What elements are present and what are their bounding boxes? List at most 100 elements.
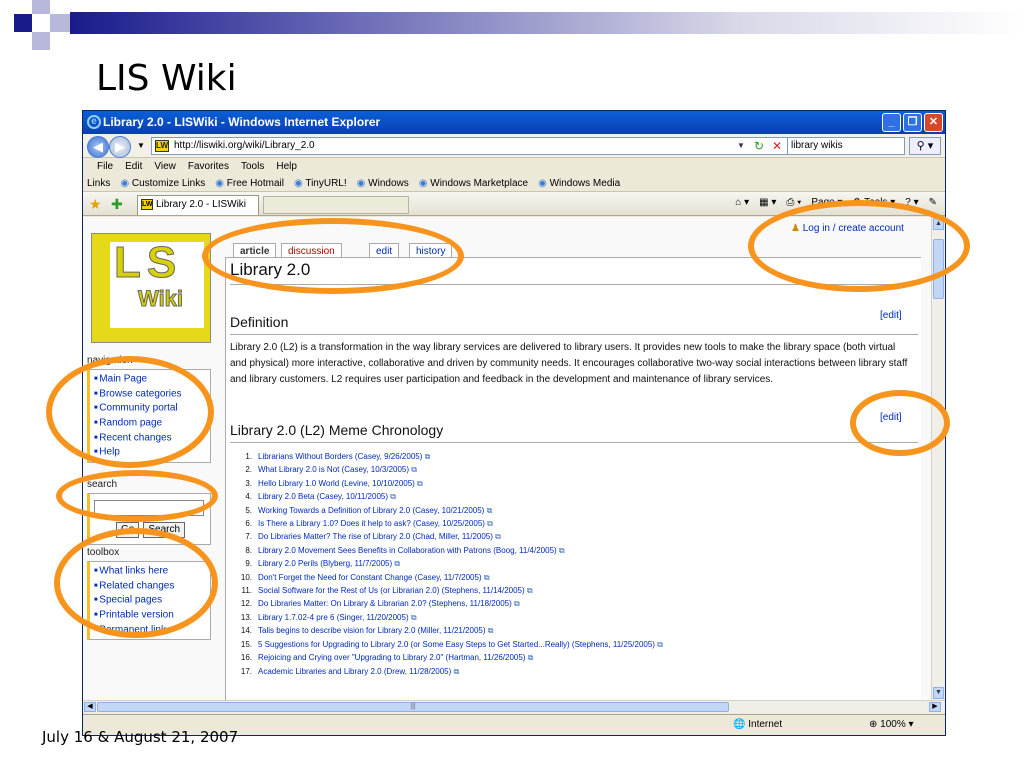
chronology-item[interactable]: 16. Rejoicing and Crying over "Upgrading …	[226, 651, 916, 664]
external-link-icon: ⧉	[388, 492, 396, 502]
chronology-link[interactable]: Social Software for the Rest of Us (or L…	[258, 586, 525, 595]
chronology-link[interactable]: Don't Forget the Need for Constant Chang…	[258, 573, 482, 582]
external-link-icon: ⧉	[556, 545, 565, 555]
chronology-link[interactable]: Working Towards a Definition of Library …	[258, 506, 484, 515]
chronology-item[interactable]: 8. Library 2.0 Movement Sees Benefits in …	[226, 544, 916, 557]
chronology-link[interactable]: Do Libraries Matter? The rise of Library…	[258, 532, 493, 541]
search-input[interactable]: library wikis	[787, 137, 905, 155]
liswiki-favicon-icon: LW	[155, 140, 169, 152]
menu-view[interactable]: View	[154, 158, 176, 175]
refresh-icon[interactable]: ↻	[751, 138, 767, 154]
url-dropdown-icon[interactable]: ▼	[733, 138, 749, 154]
minimize-button[interactable]: _	[882, 113, 901, 132]
link-hotmail[interactable]: Free Hotmail	[215, 175, 284, 191]
zoom-control[interactable]: ⊕ 100% ▾	[869, 719, 914, 730]
chronology-item[interactable]: 13. Library 1.7.02-4 pre 6 (Singer, 11/20…	[226, 611, 916, 624]
article-content: Library 2.0 [edit] Definition Library 2.…	[225, 257, 921, 700]
chronology-item[interactable]: 5. Working Towards a Definition of Librar…	[226, 504, 916, 517]
chronology-item[interactable]: 6. Is There a Library 1.0? Does it help t…	[226, 517, 916, 530]
external-link-icon: ⧉	[492, 532, 501, 542]
forward-button[interactable]: ▶	[109, 136, 131, 158]
close-button[interactable]: ✕	[924, 113, 943, 132]
chronology-link[interactable]: Is There a Library 1.0? Does it help to …	[258, 519, 485, 528]
chronology-item[interactable]: 2. What Library 2.0 is Not (Casey, 10/3/2…	[226, 463, 916, 476]
logo-ls-text: LS	[113, 238, 183, 288]
link-media[interactable]: Windows Media	[538, 175, 621, 191]
scroll-right-icon[interactable]: ▶	[929, 702, 941, 712]
chronology-link[interactable]: Library 2.0 Perils (Blyberg, 11/7/2005)	[258, 559, 392, 568]
research-icon[interactable]: ✎	[929, 197, 937, 208]
chronology-link[interactable]: Talis begins to describe vision for Libr…	[258, 626, 486, 635]
highlight-oval-tabs	[202, 218, 464, 294]
chronology-item[interactable]: 14. Talis begins to describe vision for L…	[226, 624, 916, 637]
zoom-label: 100%	[880, 719, 906, 730]
new-tab-button[interactable]	[263, 196, 409, 214]
link-customize[interactable]: Customize Links	[120, 175, 205, 191]
liswiki-logo[interactable]: LS Wiki	[91, 233, 211, 343]
menu-file[interactable]: File	[97, 158, 113, 175]
highlight-oval-login	[748, 200, 970, 292]
link-windows[interactable]: Windows	[357, 175, 409, 191]
link-tinyurl[interactable]: TinyURL!	[294, 175, 346, 191]
chronology-item[interactable]: 3. Hello Library 1.0 World (Levine, 10/10…	[226, 477, 916, 490]
url-field[interactable]: LW http://liswiki.org/wiki/Library_2.0	[151, 137, 829, 155]
add-favorite-icon[interactable]: ✚	[111, 196, 123, 213]
chronology-number: 5.	[245, 505, 252, 515]
chronology-link[interactable]: Library 2.0 Beta (Casey, 10/11/2005)	[258, 492, 388, 501]
chronology-number: 1.	[245, 452, 252, 461]
chronology-link[interactable]: Librarians Without Borders (Casey, 9/26/…	[258, 452, 422, 461]
restore-button[interactable]: ❐	[903, 113, 922, 132]
ie-logo-icon: e	[87, 115, 101, 129]
chronology-item[interactable]: 11. Social Software for the Rest of Us (o…	[226, 584, 916, 597]
chronology-link[interactable]: Hello Library 1.0 World (Levine, 10/10/2…	[258, 479, 415, 488]
chronology-number: 4.	[245, 492, 252, 502]
chronology-link[interactable]: Library 2.0 Movement Sees Benefits in Co…	[258, 546, 557, 555]
external-link-icon: ⧉	[422, 452, 431, 461]
tab-library-2[interactable]: LW Library 2.0 - LISWiki	[137, 195, 259, 215]
chronology-link[interactable]: Library 1.7.02-4 pre 6 (Singer, 11/20/20…	[258, 613, 409, 622]
chronology-item[interactable]: 4. Library 2.0 Beta (Casey, 10/11/2005) ⧉	[226, 490, 916, 503]
deco-square-4	[32, 32, 50, 50]
feeds-icon[interactable]: ▦ ▾	[759, 197, 776, 208]
chronology-item[interactable]: 1. Librarians Without Borders (Casey, 9/2…	[226, 450, 916, 463]
chronology-link[interactable]: 5 Suggestions for Upgrading to Library 2…	[258, 640, 655, 649]
address-bar: ◀ ▶ ▼ LW http://liswiki.org/wiki/Library…	[83, 134, 945, 158]
stop-icon[interactable]: ✕	[769, 138, 785, 154]
chronology-item[interactable]: 15. 5 Suggestions for Upgrading to Librar…	[226, 638, 916, 651]
section-definition: Definition	[230, 314, 289, 330]
back-button[interactable]: ◀	[87, 136, 109, 158]
links-label: Links	[87, 178, 111, 189]
menu-edit[interactable]: Edit	[125, 158, 142, 175]
chronology-item[interactable]: 17. Academic Libraries and Library 2.0 (D…	[226, 665, 916, 678]
search-go-button[interactable]: ⚲ ▾	[909, 137, 941, 155]
favorites-star-icon[interactable]: ★	[89, 196, 102, 213]
vertical-scrollbar[interactable]: ▲ ▼	[931, 217, 945, 700]
scroll-left-icon[interactable]: ◀	[84, 702, 96, 712]
chronology-item[interactable]: 9. Library 2.0 Perils (Blyberg, 11/7/2005…	[226, 557, 916, 570]
external-link-icon: ⧉	[511, 599, 520, 609]
edit-definition-link[interactable]: [edit]	[880, 310, 902, 321]
history-dropdown-icon[interactable]: ▼	[133, 138, 149, 154]
chronology-item[interactable]: 7. Do Libraries Matter? The rise of Libra…	[226, 530, 916, 543]
horizontal-scroll-thumb[interactable]: |||	[97, 702, 729, 712]
horizontal-scrollbar[interactable]: ◀ ||| ▶	[83, 700, 945, 713]
scroll-down-icon[interactable]: ▼	[933, 687, 944, 699]
home-icon[interactable]: ⌂ ▾	[735, 197, 749, 208]
chronology-link[interactable]: What Library 2.0 is Not (Casey, 10/3/200…	[258, 465, 409, 474]
chronology-item[interactable]: 10. Don't Forget the Need for Constant Ch…	[226, 571, 916, 584]
link-marketplace[interactable]: Windows Marketplace	[419, 175, 528, 191]
title-bar[interactable]: e Library 2.0 - LISWiki - Windows Intern…	[83, 111, 945, 134]
highlight-oval-search	[56, 470, 218, 522]
chronology-rule	[230, 442, 918, 443]
slide: LIS Wiki e Library 2.0 - LISWiki - Windo…	[0, 0, 1024, 768]
chronology-number: 3.	[245, 478, 252, 488]
page-viewport: LS Wiki article discussion edit history …	[83, 217, 931, 700]
menu-favorites[interactable]: Favorites	[188, 158, 229, 175]
external-link-icon: ⧉	[481, 572, 490, 582]
chronology-link[interactable]: Academic Libraries and Library 2.0 (Drew…	[258, 667, 451, 676]
chronology-link[interactable]: Do Libraries Matter: On Library & Librar…	[258, 599, 512, 608]
chronology-item[interactable]: 12. Do Libraries Matter: On Library & Lib…	[226, 597, 916, 610]
menu-help[interactable]: Help	[276, 158, 297, 175]
chronology-link[interactable]: Rejoicing and Crying over "Upgrading to …	[258, 653, 525, 662]
menu-tools[interactable]: Tools	[241, 158, 264, 175]
